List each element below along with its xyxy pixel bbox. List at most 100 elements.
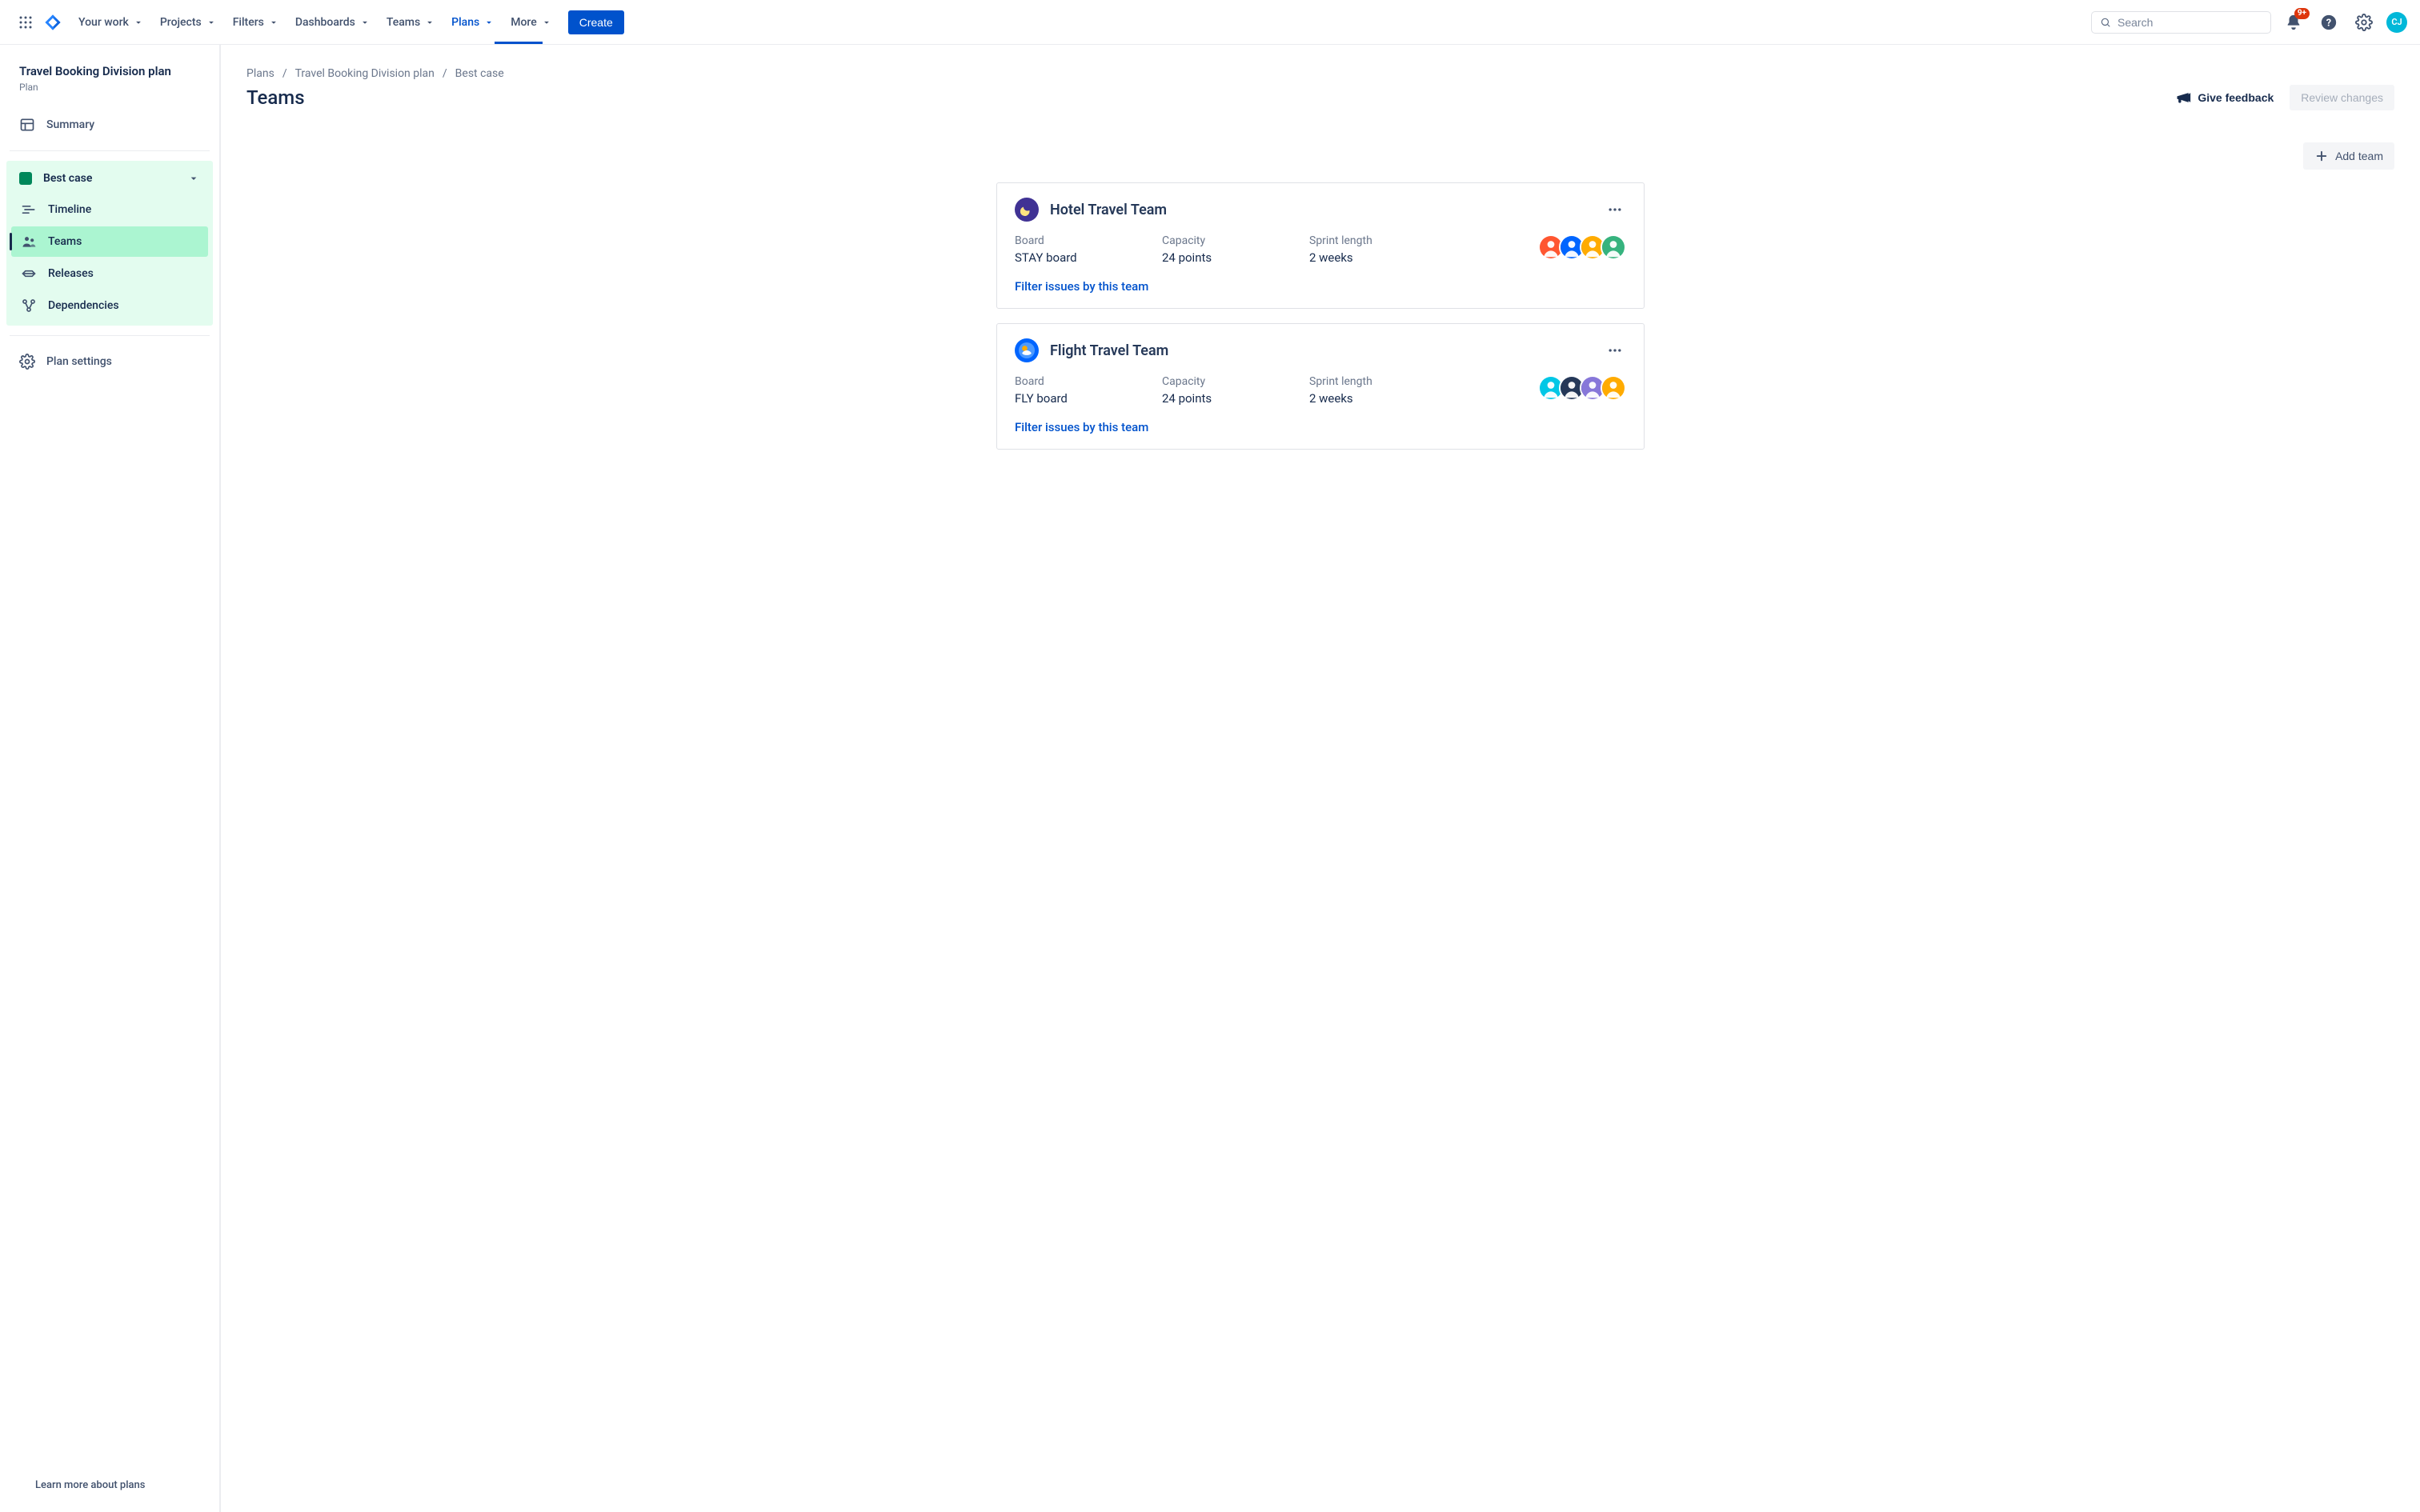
chevron-down-icon xyxy=(424,17,435,28)
give-feedback-button[interactable]: Give feedback xyxy=(2167,85,2282,110)
meta-value: 24 points xyxy=(1162,250,1290,265)
nav-label: Filters xyxy=(233,16,264,29)
chevron-down-icon xyxy=(133,17,144,28)
team-more-button[interactable] xyxy=(1604,198,1626,221)
nav-label: Plans xyxy=(451,16,479,29)
settings-button[interactable] xyxy=(2351,10,2377,35)
meta-label: Capacity xyxy=(1162,234,1290,247)
nav-teams[interactable]: Teams xyxy=(380,11,442,34)
create-button[interactable]: Create xyxy=(568,10,624,34)
search-input[interactable] xyxy=(2118,16,2262,29)
member-avatars xyxy=(1538,234,1626,260)
team-card: Flight Travel Team Board FLY board Capac… xyxy=(996,323,1645,450)
page-title: Teams xyxy=(246,86,305,109)
meta-sprint-length: Sprint length 2 weeks xyxy=(1309,375,1437,406)
chevron-down-icon xyxy=(359,17,371,28)
nav-your-work[interactable]: Your work xyxy=(72,11,150,34)
nav-more[interactable]: More xyxy=(504,11,559,34)
plan-subtitle: Plan xyxy=(19,82,200,93)
main-layout: Travel Booking Division plan Plan Summar… xyxy=(0,45,2420,1512)
divider xyxy=(10,150,210,151)
team-name: Flight Travel Team xyxy=(1050,342,1168,359)
meta-board: Board STAY board xyxy=(1015,234,1143,265)
scenario-name: Best case xyxy=(43,172,92,185)
sidebar-item-label: Timeline xyxy=(48,203,91,216)
chevron-down-icon xyxy=(206,17,217,28)
app-switcher-icon xyxy=(18,15,33,30)
team-card-body: Board FLY board Capacity 24 points Sprin… xyxy=(1015,375,1626,406)
sidebar: Travel Booking Division plan Plan Summar… xyxy=(0,45,221,1512)
search-box[interactable] xyxy=(2091,11,2271,34)
plus-icon xyxy=(2314,149,2329,163)
meta-value: STAY board xyxy=(1015,250,1143,265)
team-card-header: Hotel Travel Team xyxy=(1015,198,1626,222)
nav-projects[interactable]: Projects xyxy=(154,11,223,34)
jira-logo[interactable] xyxy=(40,10,66,35)
app-switcher-button[interactable] xyxy=(13,10,38,35)
sidebar-item-label: Releases xyxy=(48,267,94,280)
filter-by-team-link[interactable]: Filter issues by this team xyxy=(1015,279,1148,294)
team-more-button[interactable] xyxy=(1604,339,1626,362)
nav-label: Your work xyxy=(78,16,129,29)
more-icon xyxy=(1607,342,1623,358)
sidebar-item-plan-settings[interactable]: Plan settings xyxy=(6,346,213,378)
nav-dashboards[interactable]: Dashboards xyxy=(289,11,377,34)
member-avatars xyxy=(1538,375,1626,401)
team-name: Hotel Travel Team xyxy=(1050,202,1167,218)
member-avatar[interactable] xyxy=(1601,375,1626,401)
breadcrumb-item[interactable]: Best case xyxy=(455,67,504,80)
meta-sprint-length: Sprint length 2 weeks xyxy=(1309,234,1437,265)
sidebar-item-timeline[interactable]: Timeline xyxy=(11,194,208,225)
plan-header: Travel Booking Division plan Plan xyxy=(6,64,213,101)
breadcrumb-item[interactable]: Travel Booking Division plan xyxy=(295,67,435,80)
meta-label: Board xyxy=(1015,234,1143,247)
sidebar-item-label: Dependencies xyxy=(48,299,119,312)
toolbar-row: Add team xyxy=(246,142,2394,170)
user-avatar[interactable]: CJ xyxy=(2386,12,2407,33)
svg-text:?: ? xyxy=(2326,17,2331,29)
nav-filters[interactable]: Filters xyxy=(226,11,286,34)
sidebar-item-releases[interactable]: Releases xyxy=(11,258,208,289)
sidebar-item-dependencies[interactable]: Dependencies xyxy=(11,290,208,321)
notifications-button[interactable]: 9+ xyxy=(2281,10,2306,35)
meta-value: 2 weeks xyxy=(1309,250,1437,265)
learn-more-link[interactable]: Learn more about plans xyxy=(35,1479,145,1491)
sidebar-footer: Learn more about plans xyxy=(6,1467,213,1502)
filter-by-team-link[interactable]: Filter issues by this team xyxy=(1015,420,1148,434)
meta-board: Board FLY board xyxy=(1015,375,1143,406)
team-cards-list: Hotel Travel Team Board STAY board Capac… xyxy=(996,182,1645,450)
scenario-block: Best case Timeline Teams Releases xyxy=(6,161,213,326)
search-icon xyxy=(2100,16,2111,29)
sidebar-menu: Summary Best case Timeline Teams xyxy=(6,109,213,378)
nav-label: Dashboards xyxy=(295,16,355,29)
help-button[interactable]: ? xyxy=(2316,10,2342,35)
add-team-button[interactable]: Add team xyxy=(2303,142,2394,170)
nav-plans[interactable]: Plans xyxy=(445,11,501,34)
scenario-toggle[interactable]: Best case xyxy=(10,164,210,193)
scenario-color-swatch xyxy=(19,172,32,185)
button-label: Give feedback xyxy=(2198,91,2274,104)
notification-badge: 9+ xyxy=(2294,8,2310,19)
page-header: Teams Give feedback Review changes xyxy=(246,85,2394,110)
more-icon xyxy=(1607,202,1623,218)
member-avatar[interactable] xyxy=(1601,234,1626,260)
sidebar-item-summary[interactable]: Summary xyxy=(6,109,213,141)
meta-label: Capacity xyxy=(1162,375,1290,388)
chevron-down-icon xyxy=(541,17,552,28)
team-card: Hotel Travel Team Board STAY board Capac… xyxy=(996,182,1645,309)
breadcrumb-separator: / xyxy=(282,67,287,80)
meta-capacity: Capacity 24 points xyxy=(1162,375,1290,406)
nav-label: Projects xyxy=(160,16,202,29)
sidebar-item-teams[interactable]: Teams xyxy=(11,226,208,257)
jira-logo-icon xyxy=(44,14,62,31)
breadcrumb-item[interactable]: Plans xyxy=(246,67,274,80)
button-label: Add team xyxy=(2335,150,2383,162)
meta-value: FLY board xyxy=(1015,391,1143,406)
help-icon: ? xyxy=(2320,14,2338,31)
teams-icon xyxy=(21,234,37,250)
breadcrumb: Plans / Travel Booking Division plan / B… xyxy=(246,67,2394,80)
meta-label: Sprint length xyxy=(1309,234,1437,247)
nav-label: Teams xyxy=(387,16,420,29)
sidebar-item-label: Teams xyxy=(48,235,82,248)
sidebar-item-label: Plan settings xyxy=(46,355,112,368)
